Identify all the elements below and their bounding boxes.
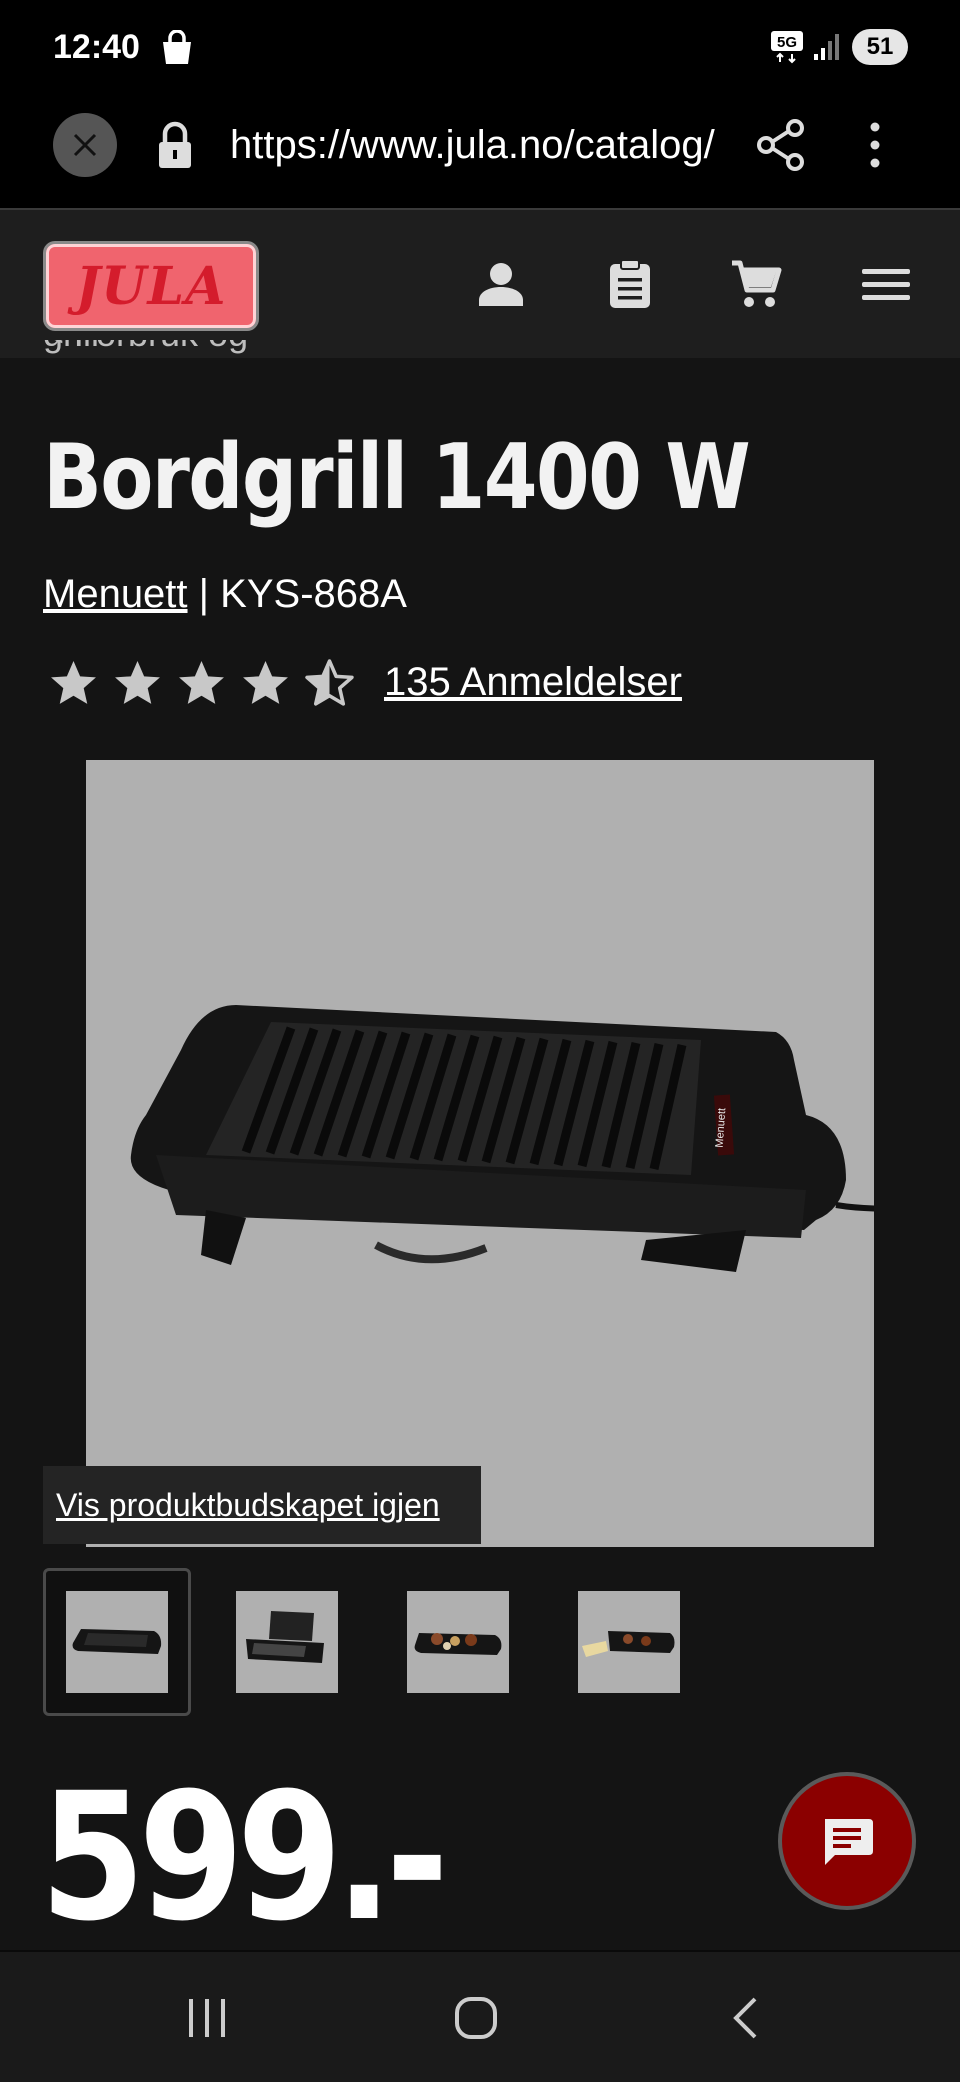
back-icon[interactable]: [730, 1995, 760, 2041]
thumbnail-3[interactable]: [384, 1568, 532, 1716]
product-price: 599.-: [40, 1755, 449, 1960]
close-icon: [73, 133, 97, 157]
logo-text: JULA: [75, 255, 227, 317]
thumb-grill-open: [236, 1591, 338, 1693]
grill-illustration: Menuett: [130, 1005, 907, 1272]
star-full-icon: [179, 661, 224, 704]
chat-button[interactable]: [778, 1772, 916, 1910]
brand-link[interactable]: Menuett: [43, 572, 188, 616]
brand-separator: |: [187, 572, 221, 616]
home-icon[interactable]: [453, 1995, 499, 2041]
battery-icon: 51: [852, 29, 908, 65]
chat-icon: [825, 1819, 873, 1865]
thumbnail-4[interactable]: [555, 1568, 703, 1716]
breadcrumb[interactable]: < Forbruk og grill: [43, 340, 253, 362]
shopping-list-icon[interactable]: [604, 258, 656, 310]
star-full-icon: [243, 661, 288, 704]
jula-logo[interactable]: JULA: [43, 241, 259, 331]
breadcrumb-text: < Forbruk og grill: [43, 340, 248, 354]
thumb-grill-food: [407, 1591, 509, 1693]
account-icon[interactable]: [475, 258, 527, 310]
star-half-icon: [305, 659, 354, 706]
star-full-icon: [115, 661, 160, 704]
url-field[interactable]: https://www.jula.no/catalog/: [230, 120, 715, 170]
signal-icon: [814, 34, 839, 60]
model-number: KYS-868A: [220, 572, 407, 616]
show-product-message-label: Vis produktbudskapet igjen: [56, 1486, 440, 1523]
5g-icon: 5G: [771, 31, 803, 64]
product-image[interactable]: Menuett: [86, 760, 907, 1547]
thumb-grill-food-2: [578, 1591, 680, 1693]
menu-icon[interactable]: [860, 258, 912, 310]
close-tab-button[interactable]: [53, 113, 117, 177]
status-time: 12:40: [53, 28, 140, 66]
thumbnail-2[interactable]: [213, 1568, 361, 1716]
product-title: Bordgrill 1400 W: [43, 425, 751, 530]
brand-line: Menuett | KYS-868A: [43, 572, 407, 617]
shopping-bag-icon: [163, 30, 191, 64]
cart-icon[interactable]: [730, 258, 782, 310]
lock-icon: [159, 121, 191, 168]
more-vert-icon[interactable]: [868, 120, 882, 170]
svg-text:5G: 5G: [777, 34, 797, 51]
recent-apps-icon[interactable]: [185, 1995, 229, 2041]
show-product-message-button[interactable]: Vis produktbudskapet igjen: [43, 1466, 481, 1544]
thumb-grill-front: [66, 1591, 168, 1693]
thumbnail-1[interactable]: [43, 1568, 191, 1716]
star-full-icon: [51, 661, 96, 704]
reviews-link[interactable]: 135 Anmeldelser: [384, 660, 682, 705]
share-icon[interactable]: [755, 118, 807, 172]
status-bar: 12:40 5G 51: [0, 0, 960, 95]
rating-stars[interactable]: [48, 658, 355, 709]
